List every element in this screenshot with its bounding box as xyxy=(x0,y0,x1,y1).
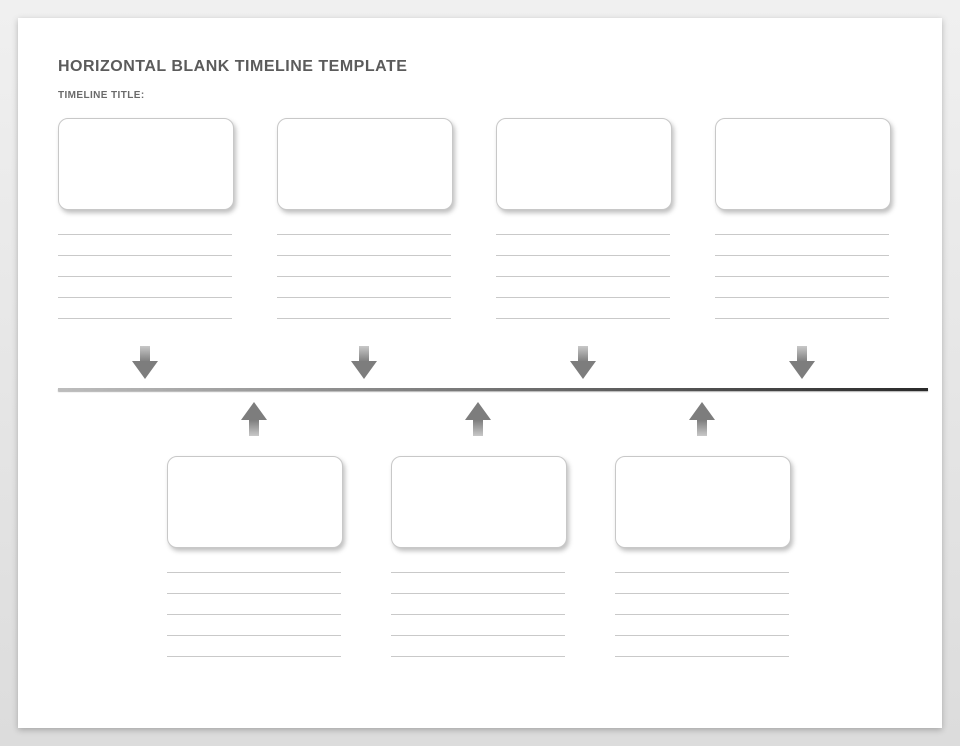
document-page: HORIZONTAL BLANK TIMELINE TEMPLATE TIMEL… xyxy=(18,18,942,728)
timeline-axis xyxy=(58,388,928,391)
top-event-box-4[interactable] xyxy=(715,118,891,210)
top-event-lines-2[interactable] xyxy=(277,234,451,339)
arrow-up-icon xyxy=(465,402,491,436)
top-event-box-1[interactable] xyxy=(58,118,234,210)
top-event-lines-3[interactable] xyxy=(496,234,670,339)
bottom-event-lines-3[interactable] xyxy=(615,572,789,677)
top-event-box-3[interactable] xyxy=(496,118,672,210)
arrow-up-icon xyxy=(689,402,715,436)
arrow-down-icon xyxy=(570,346,596,380)
top-event-lines-1[interactable] xyxy=(58,234,232,339)
bottom-event-lines-2[interactable] xyxy=(391,572,565,677)
bottom-event-box-2[interactable] xyxy=(391,456,567,548)
bottom-event-lines-1[interactable] xyxy=(167,572,341,677)
arrow-down-icon xyxy=(351,346,377,380)
arrow-down-icon xyxy=(789,346,815,380)
bottom-event-box-1[interactable] xyxy=(167,456,343,548)
top-event-box-2[interactable] xyxy=(277,118,453,210)
page-title: HORIZONTAL BLANK TIMELINE TEMPLATE xyxy=(58,58,407,76)
bottom-event-box-3[interactable] xyxy=(615,456,791,548)
timeline-title-label: TIMELINE TITLE: xyxy=(58,90,145,101)
top-event-lines-4[interactable] xyxy=(715,234,889,339)
arrow-up-icon xyxy=(241,402,267,436)
arrow-down-icon xyxy=(132,346,158,380)
